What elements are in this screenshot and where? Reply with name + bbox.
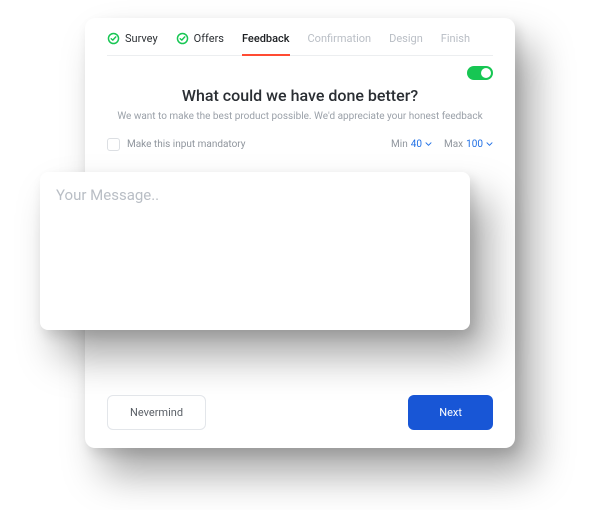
max-value: 100 — [466, 139, 483, 150]
page-title: What could we have done better? — [107, 86, 493, 105]
tab-label: Offers — [194, 32, 224, 45]
chevron-down-icon — [425, 142, 432, 147]
page-subtitle: We want to make the best product possibl… — [107, 111, 493, 122]
tab-finish[interactable]: Finish — [441, 32, 470, 45]
min-value: 40 — [411, 139, 422, 150]
step-tabs: Survey Offers Feedback Confirmation Desi… — [107, 32, 493, 56]
input-controls: Make this input mandatory Min 40 Max 100 — [107, 138, 493, 151]
max-selector[interactable]: Max 100 — [444, 139, 493, 150]
check-circle-icon — [107, 32, 120, 45]
mandatory-label: Make this input mandatory — [127, 139, 246, 150]
tab-label: Feedback — [242, 32, 290, 45]
length-limits: Min 40 Max 100 — [391, 139, 493, 150]
tab-label: Finish — [441, 32, 470, 45]
tab-label: Design — [389, 32, 423, 45]
mandatory-checkbox[interactable]: Make this input mandatory — [107, 138, 246, 151]
chevron-down-icon — [486, 142, 493, 147]
min-selector[interactable]: Min 40 — [391, 139, 432, 150]
tab-confirmation[interactable]: Confirmation — [308, 32, 372, 45]
checkbox-icon — [107, 138, 120, 151]
tab-label: Survey — [125, 32, 158, 45]
tab-feedback[interactable]: Feedback — [242, 32, 290, 45]
footer-actions: Nevermind Next — [107, 379, 493, 430]
check-circle-icon — [176, 32, 189, 45]
tab-offers[interactable]: Offers — [176, 32, 224, 45]
tab-design[interactable]: Design — [389, 32, 423, 45]
tab-label: Confirmation — [308, 32, 372, 45]
message-input[interactable]: Your Message.. — [40, 172, 470, 330]
cancel-button[interactable]: Nevermind — [107, 395, 206, 430]
max-label: Max — [444, 139, 463, 150]
enable-toggle[interactable] — [467, 66, 493, 80]
tab-survey[interactable]: Survey — [107, 32, 158, 45]
message-placeholder: Your Message.. — [56, 186, 454, 204]
toggle-row — [107, 56, 493, 84]
min-label: Min — [391, 139, 408, 150]
next-button[interactable]: Next — [408, 395, 493, 430]
